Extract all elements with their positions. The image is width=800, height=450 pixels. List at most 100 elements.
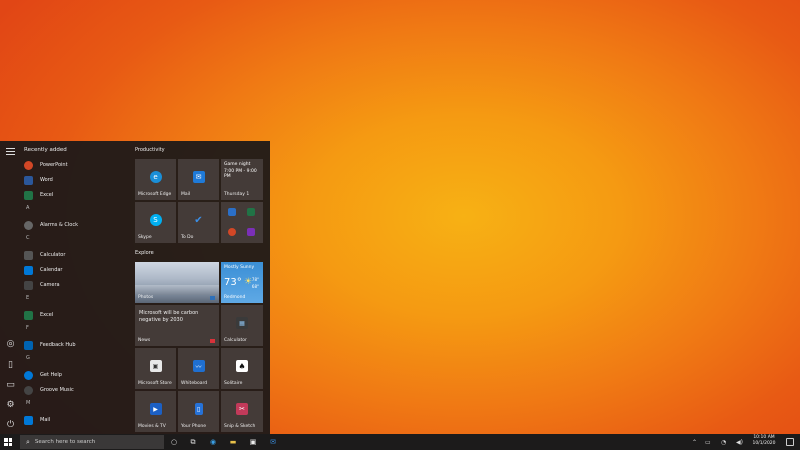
- task-view-icon[interactable]: ⧉: [188, 437, 198, 447]
- app-list-item[interactable]: Calculator: [24, 248, 128, 262]
- word-mini-icon: [228, 208, 236, 216]
- network-icon[interactable]: ▭: [705, 437, 711, 447]
- settings-gear-icon[interactable]: ⚙: [5, 399, 16, 410]
- whiteboard-icon: 〰: [192, 360, 205, 372]
- app-list-item[interactable]: Alarms & Clock: [24, 218, 128, 232]
- windows-start-icon[interactable]: [4, 438, 12, 446]
- app-list-item[interactable]: Feedback Hub: [24, 338, 128, 352]
- alarms-icon: [24, 220, 33, 230]
- cortana-icon[interactable]: ○: [169, 437, 179, 447]
- app-list-item-label: Alarms & Clock: [40, 222, 78, 228]
- calculator-tile[interactable]: ▦ Calculator: [221, 305, 263, 346]
- app-list-item[interactable]: Word: [24, 173, 128, 187]
- solitaire-tile[interactable]: ♠ Solitaire: [221, 348, 263, 389]
- feedback-hub-icon: [24, 340, 33, 350]
- app-list: Recently added PowerPoint Word Excel A Alarm…: [20, 141, 130, 434]
- taskbar-search-box[interactable]: ⌕ Search here to search: [20, 435, 164, 449]
- app-list-item[interactable]: Get Help: [24, 368, 128, 382]
- power-icon[interactable]: ⏻: [5, 419, 16, 430]
- documents-icon[interactable]: ▯: [5, 359, 16, 370]
- letter-header[interactable]: E: [26, 295, 29, 301]
- app-list-item-label: Calculator: [40, 252, 66, 258]
- whiteboard-tile[interactable]: 〰 Whiteboard: [178, 348, 219, 389]
- photos-tile[interactable]: Photos: [135, 262, 219, 303]
- letter-header[interactable]: C: [26, 235, 30, 241]
- weather-city: Redmond: [224, 295, 246, 300]
- weather-condition: Mostly Sunny: [224, 265, 255, 270]
- skype-tile[interactable]: S Skype: [135, 202, 176, 243]
- phone-tile-label: Your Phone: [181, 424, 206, 429]
- weather-high: 78°: [251, 277, 259, 282]
- movies-tile-label: Movies & TV: [138, 424, 166, 429]
- excel-icon: [24, 190, 33, 200]
- app-list-item[interactable]: Camera: [24, 278, 128, 292]
- clock[interactable]: 10:10 AM 10/1/2020: [748, 435, 780, 447]
- mail-icon: [24, 415, 33, 425]
- news-tile[interactable]: Microsoft will be carbon negative by 203…: [135, 305, 219, 346]
- calendar-tile-date: Thursday 1: [224, 192, 250, 197]
- app-list-item[interactable]: Mail: [24, 413, 128, 427]
- calendar-event-title: Game night: [224, 162, 251, 167]
- store-tile[interactable]: ▣ Microsoft Store: [135, 348, 176, 389]
- volume-icon[interactable]: ◀): [736, 437, 743, 447]
- todo-check-icon: ✔: [194, 214, 203, 226]
- mail-tile-label: Mail: [181, 192, 191, 197]
- app-list-item[interactable]: Excel: [24, 188, 128, 202]
- hamburger-menu-icon[interactable]: [5, 146, 16, 157]
- solitaire-tile-label: Solitaire: [224, 381, 243, 386]
- app-list-item-label: Camera: [40, 282, 60, 288]
- app-list-item[interactable]: PowerPoint: [24, 158, 128, 172]
- onenote-mini-icon: [247, 228, 255, 236]
- store-bag-icon: ▣: [149, 360, 162, 372]
- letter-header[interactable]: M: [26, 400, 30, 406]
- explore-header: Explore: [135, 250, 154, 256]
- action-center-icon[interactable]: [786, 438, 794, 446]
- user-account-icon[interactable]: ◎: [5, 338, 16, 349]
- weather-low: 68°: [251, 284, 259, 289]
- app-list-item[interactable]: Excel: [24, 308, 128, 322]
- app-list-item[interactable]: Groove Music: [24, 383, 128, 397]
- letter-header[interactable]: A: [26, 205, 29, 211]
- skype-tile-label: Skype: [138, 235, 152, 240]
- productivity-header: Productivity: [135, 147, 165, 153]
- news-tile-label: News: [138, 338, 151, 343]
- show-hidden-icons-icon[interactable]: ⌃: [692, 437, 697, 447]
- start-rail: ◎ ▯ ▭ ⚙ ⏻: [0, 141, 20, 434]
- snip-tile[interactable]: ✂ Snip & Sketch: [221, 391, 263, 432]
- start-menu: ◎ ▯ ▭ ⚙ ⏻ Recently added PowerPoint Word E…: [0, 141, 270, 434]
- solitaire-spade-icon: ♠: [236, 360, 248, 372]
- mail-icon: ✉: [192, 171, 205, 183]
- app-list-item-label: PowerPoint: [40, 162, 68, 168]
- edge-taskbar-icon[interactable]: ◉: [208, 437, 218, 447]
- movies-play-icon: ▶: [149, 403, 162, 415]
- calculator-icon: [24, 250, 33, 260]
- letter-header[interactable]: G: [26, 355, 30, 361]
- skype-icon: S: [149, 214, 162, 226]
- wifi-icon[interactable]: ◔: [721, 437, 726, 447]
- calendar-tile[interactable]: Game night 7:00 PM - 9:00 PM Thursday 1: [221, 159, 263, 200]
- powerpoint-icon: [24, 160, 33, 170]
- edge-tile[interactable]: e Microsoft Edge: [135, 159, 176, 200]
- store-tile-label: Microsoft Store: [138, 381, 172, 386]
- snip-scissors-icon: ✂: [236, 403, 248, 415]
- app-list-item-label: Calendar: [40, 267, 63, 273]
- app-list-item-label: Excel: [40, 312, 54, 318]
- phone-tile[interactable]: ▯ Your Phone: [178, 391, 219, 432]
- letter-header[interactable]: F: [26, 325, 29, 331]
- todo-tile[interactable]: ✔ To Do: [178, 202, 219, 243]
- sun-icon: ☀: [244, 277, 253, 287]
- office-apps-folder-tile[interactable]: [221, 202, 263, 243]
- app-list-item[interactable]: Calendar: [24, 263, 128, 277]
- movies-tile[interactable]: ▶ Movies & TV: [135, 391, 176, 432]
- pictures-icon[interactable]: ▭: [5, 379, 16, 390]
- calculator-tile-label: Calculator: [224, 338, 247, 343]
- mail-taskbar-icon[interactable]: ✉: [268, 437, 278, 447]
- store-taskbar-icon[interactable]: ▣: [248, 437, 258, 447]
- photos-badge-icon: [210, 296, 215, 300]
- mail-tile[interactable]: ✉ Mail: [178, 159, 219, 200]
- file-explorer-icon[interactable]: ▬: [228, 437, 238, 447]
- app-list-item-label: Get Help: [40, 372, 62, 378]
- todo-tile-label: To Do: [181, 235, 194, 240]
- weather-tile[interactable]: Mostly Sunny 73° ☀ 78° 68° Redmond: [221, 262, 263, 303]
- snip-tile-label: Snip & Sketch: [224, 424, 256, 429]
